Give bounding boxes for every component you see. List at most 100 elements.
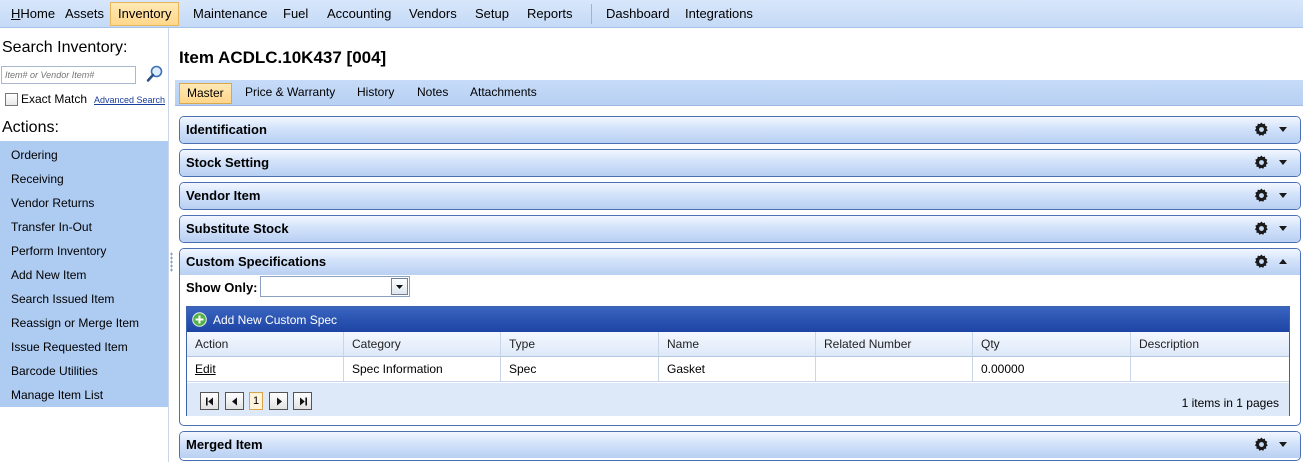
last-page-button[interactable] bbox=[293, 392, 312, 410]
identification-panel: Identification bbox=[179, 116, 1301, 144]
stock-setting-panel: Stock Setting bbox=[179, 149, 1301, 177]
first-page-icon bbox=[206, 397, 213, 406]
gear-icon[interactable] bbox=[1254, 437, 1269, 452]
merged-item-panel: Merged Item bbox=[179, 431, 1301, 461]
sidebar-splitter-handle[interactable] bbox=[170, 252, 173, 272]
panel-title: Vendor Item bbox=[186, 188, 261, 203]
search-input[interactable] bbox=[1, 66, 136, 84]
add-new-custom-spec-label: Add New Custom Spec bbox=[213, 313, 338, 327]
exact-match-label: Exact Match bbox=[21, 92, 88, 106]
column-header-qty[interactable]: Qty bbox=[973, 332, 1131, 356]
grid-header-row: Action Category Type Name Related Number… bbox=[187, 332, 1289, 357]
column-header-name[interactable]: Name bbox=[659, 332, 816, 356]
advanced-search-link[interactable]: Advanced Search bbox=[94, 95, 165, 105]
tab-notes[interactable]: Notes bbox=[410, 83, 455, 104]
vendor-item-panel-header[interactable]: Vendor Item bbox=[180, 183, 1300, 209]
gear-icon[interactable] bbox=[1254, 221, 1269, 236]
nav-inventory[interactable]: Inventory bbox=[110, 2, 180, 26]
cell-related-number bbox=[816, 357, 973, 381]
custom-specifications-panel: Custom Specifications Show Only: Add New… bbox=[179, 248, 1301, 426]
action-manage-item-list[interactable]: Manage Item List bbox=[11, 387, 103, 403]
cell-qty: 0.00000 bbox=[973, 357, 1131, 381]
panel-title: Merged Item bbox=[186, 437, 263, 452]
grid-pager: 1 1 items in 1 pages bbox=[187, 383, 1289, 416]
nav-setup[interactable]: Setup bbox=[468, 2, 516, 26]
actions-list: Ordering Receiving Vendor Returns Transf… bbox=[0, 141, 168, 407]
action-issue-requested-item[interactable]: Issue Requested Item bbox=[11, 339, 128, 355]
merged-item-panel-header[interactable]: Merged Item bbox=[180, 432, 1300, 458]
custom-specs-grid: Add New Custom Spec Action Category Type… bbox=[186, 306, 1290, 416]
page-number-button[interactable]: 1 bbox=[249, 392, 263, 410]
cell-category: Spec Information bbox=[344, 357, 501, 381]
action-transfer-in-out[interactable]: Transfer In-Out bbox=[11, 219, 92, 235]
nav-assets[interactable]: Assets bbox=[58, 2, 111, 26]
substitute-stock-panel: Substitute Stock bbox=[179, 215, 1301, 243]
cell-type: Spec bbox=[501, 357, 659, 381]
tab-price-warranty[interactable]: Price & Warranty bbox=[238, 83, 342, 104]
next-page-button[interactable] bbox=[269, 392, 288, 410]
action-add-new-item[interactable]: Add New Item bbox=[11, 267, 86, 283]
column-header-type[interactable]: Type bbox=[501, 332, 659, 356]
dropdown-arrow-icon[interactable] bbox=[391, 278, 408, 295]
panel-title: Custom Specifications bbox=[186, 254, 327, 269]
last-page-icon bbox=[300, 397, 307, 406]
chevron-down-icon[interactable] bbox=[1279, 160, 1287, 165]
stock-setting-panel-header[interactable]: Stock Setting bbox=[180, 150, 1300, 176]
pager-info: 1 items in 1 pages bbox=[1181, 396, 1279, 410]
cell-description bbox=[1131, 357, 1289, 381]
column-header-action[interactable]: Action bbox=[187, 332, 344, 356]
grid-toolbar: Add New Custom Spec bbox=[187, 307, 1289, 332]
sidebar: Search Inventory: Exact Match Advanced S… bbox=[0, 28, 169, 462]
search-inventory-title: Search Inventory: bbox=[2, 39, 128, 56]
page-title: Item ACDLC.10K437 [004] bbox=[179, 48, 387, 67]
action-ordering[interactable]: Ordering bbox=[11, 147, 58, 163]
custom-specifications-panel-header[interactable]: Custom Specifications bbox=[180, 249, 1300, 275]
actions-title: Actions: bbox=[2, 119, 59, 136]
nav-dashboard[interactable]: Dashboard bbox=[599, 2, 677, 26]
nav-home[interactable]: HHome bbox=[4, 2, 62, 26]
action-search-issued-item[interactable]: Search Issued Item bbox=[11, 291, 114, 307]
nav-reports[interactable]: Reports bbox=[520, 2, 580, 26]
chevron-down-icon[interactable] bbox=[1279, 127, 1287, 132]
nav-accounting[interactable]: Accounting bbox=[320, 2, 398, 26]
gear-icon[interactable] bbox=[1254, 254, 1269, 269]
nav-fuel[interactable]: Fuel bbox=[276, 2, 315, 26]
action-perform-inventory[interactable]: Perform Inventory bbox=[11, 243, 106, 259]
chevron-up-icon[interactable] bbox=[1279, 259, 1287, 264]
nav-maintenance[interactable]: Maintenance bbox=[186, 2, 274, 26]
identification-panel-header[interactable]: Identification bbox=[180, 117, 1300, 143]
show-only-dropdown[interactable] bbox=[260, 276, 410, 297]
substitute-stock-panel-header[interactable]: Substitute Stock bbox=[180, 216, 1300, 242]
table-row: Edit Spec Information Spec Gasket 0.0000… bbox=[187, 357, 1289, 382]
panel-title: Substitute Stock bbox=[186, 221, 289, 236]
chevron-down-icon[interactable] bbox=[1279, 442, 1287, 447]
previous-page-button[interactable] bbox=[225, 392, 244, 410]
gear-icon[interactable] bbox=[1254, 155, 1269, 170]
action-receiving[interactable]: Receiving bbox=[11, 171, 64, 187]
gear-icon[interactable] bbox=[1254, 122, 1269, 137]
first-page-button[interactable] bbox=[200, 392, 219, 410]
gear-icon[interactable] bbox=[1254, 188, 1269, 203]
nav-integrations[interactable]: Integrations bbox=[678, 2, 760, 26]
tab-attachments[interactable]: Attachments bbox=[463, 83, 544, 104]
chevron-down-icon[interactable] bbox=[1279, 226, 1287, 231]
tab-history[interactable]: History bbox=[350, 83, 401, 104]
column-header-category[interactable]: Category bbox=[344, 332, 501, 356]
action-vendor-returns[interactable]: Vendor Returns bbox=[11, 195, 94, 211]
chevron-down-icon[interactable] bbox=[1279, 193, 1287, 198]
panel-title: Identification bbox=[186, 122, 267, 137]
nav-vendors[interactable]: Vendors bbox=[402, 2, 464, 26]
next-page-icon bbox=[277, 397, 282, 406]
column-header-related-number[interactable]: Related Number bbox=[816, 332, 973, 356]
search-icon[interactable] bbox=[146, 65, 164, 83]
add-icon bbox=[192, 312, 207, 327]
exact-match-checkbox[interactable] bbox=[5, 93, 18, 106]
cell-name: Gasket bbox=[659, 357, 816, 381]
action-reassign-or-merge-item[interactable]: Reassign or Merge Item bbox=[11, 315, 139, 331]
action-barcode-utilities[interactable]: Barcode Utilities bbox=[11, 363, 98, 379]
column-header-description[interactable]: Description bbox=[1131, 332, 1289, 356]
vendor-item-panel: Vendor Item bbox=[179, 182, 1301, 210]
nav-separator bbox=[591, 4, 592, 24]
tab-master[interactable]: Master bbox=[179, 83, 232, 104]
edit-link[interactable]: Edit bbox=[195, 362, 216, 376]
